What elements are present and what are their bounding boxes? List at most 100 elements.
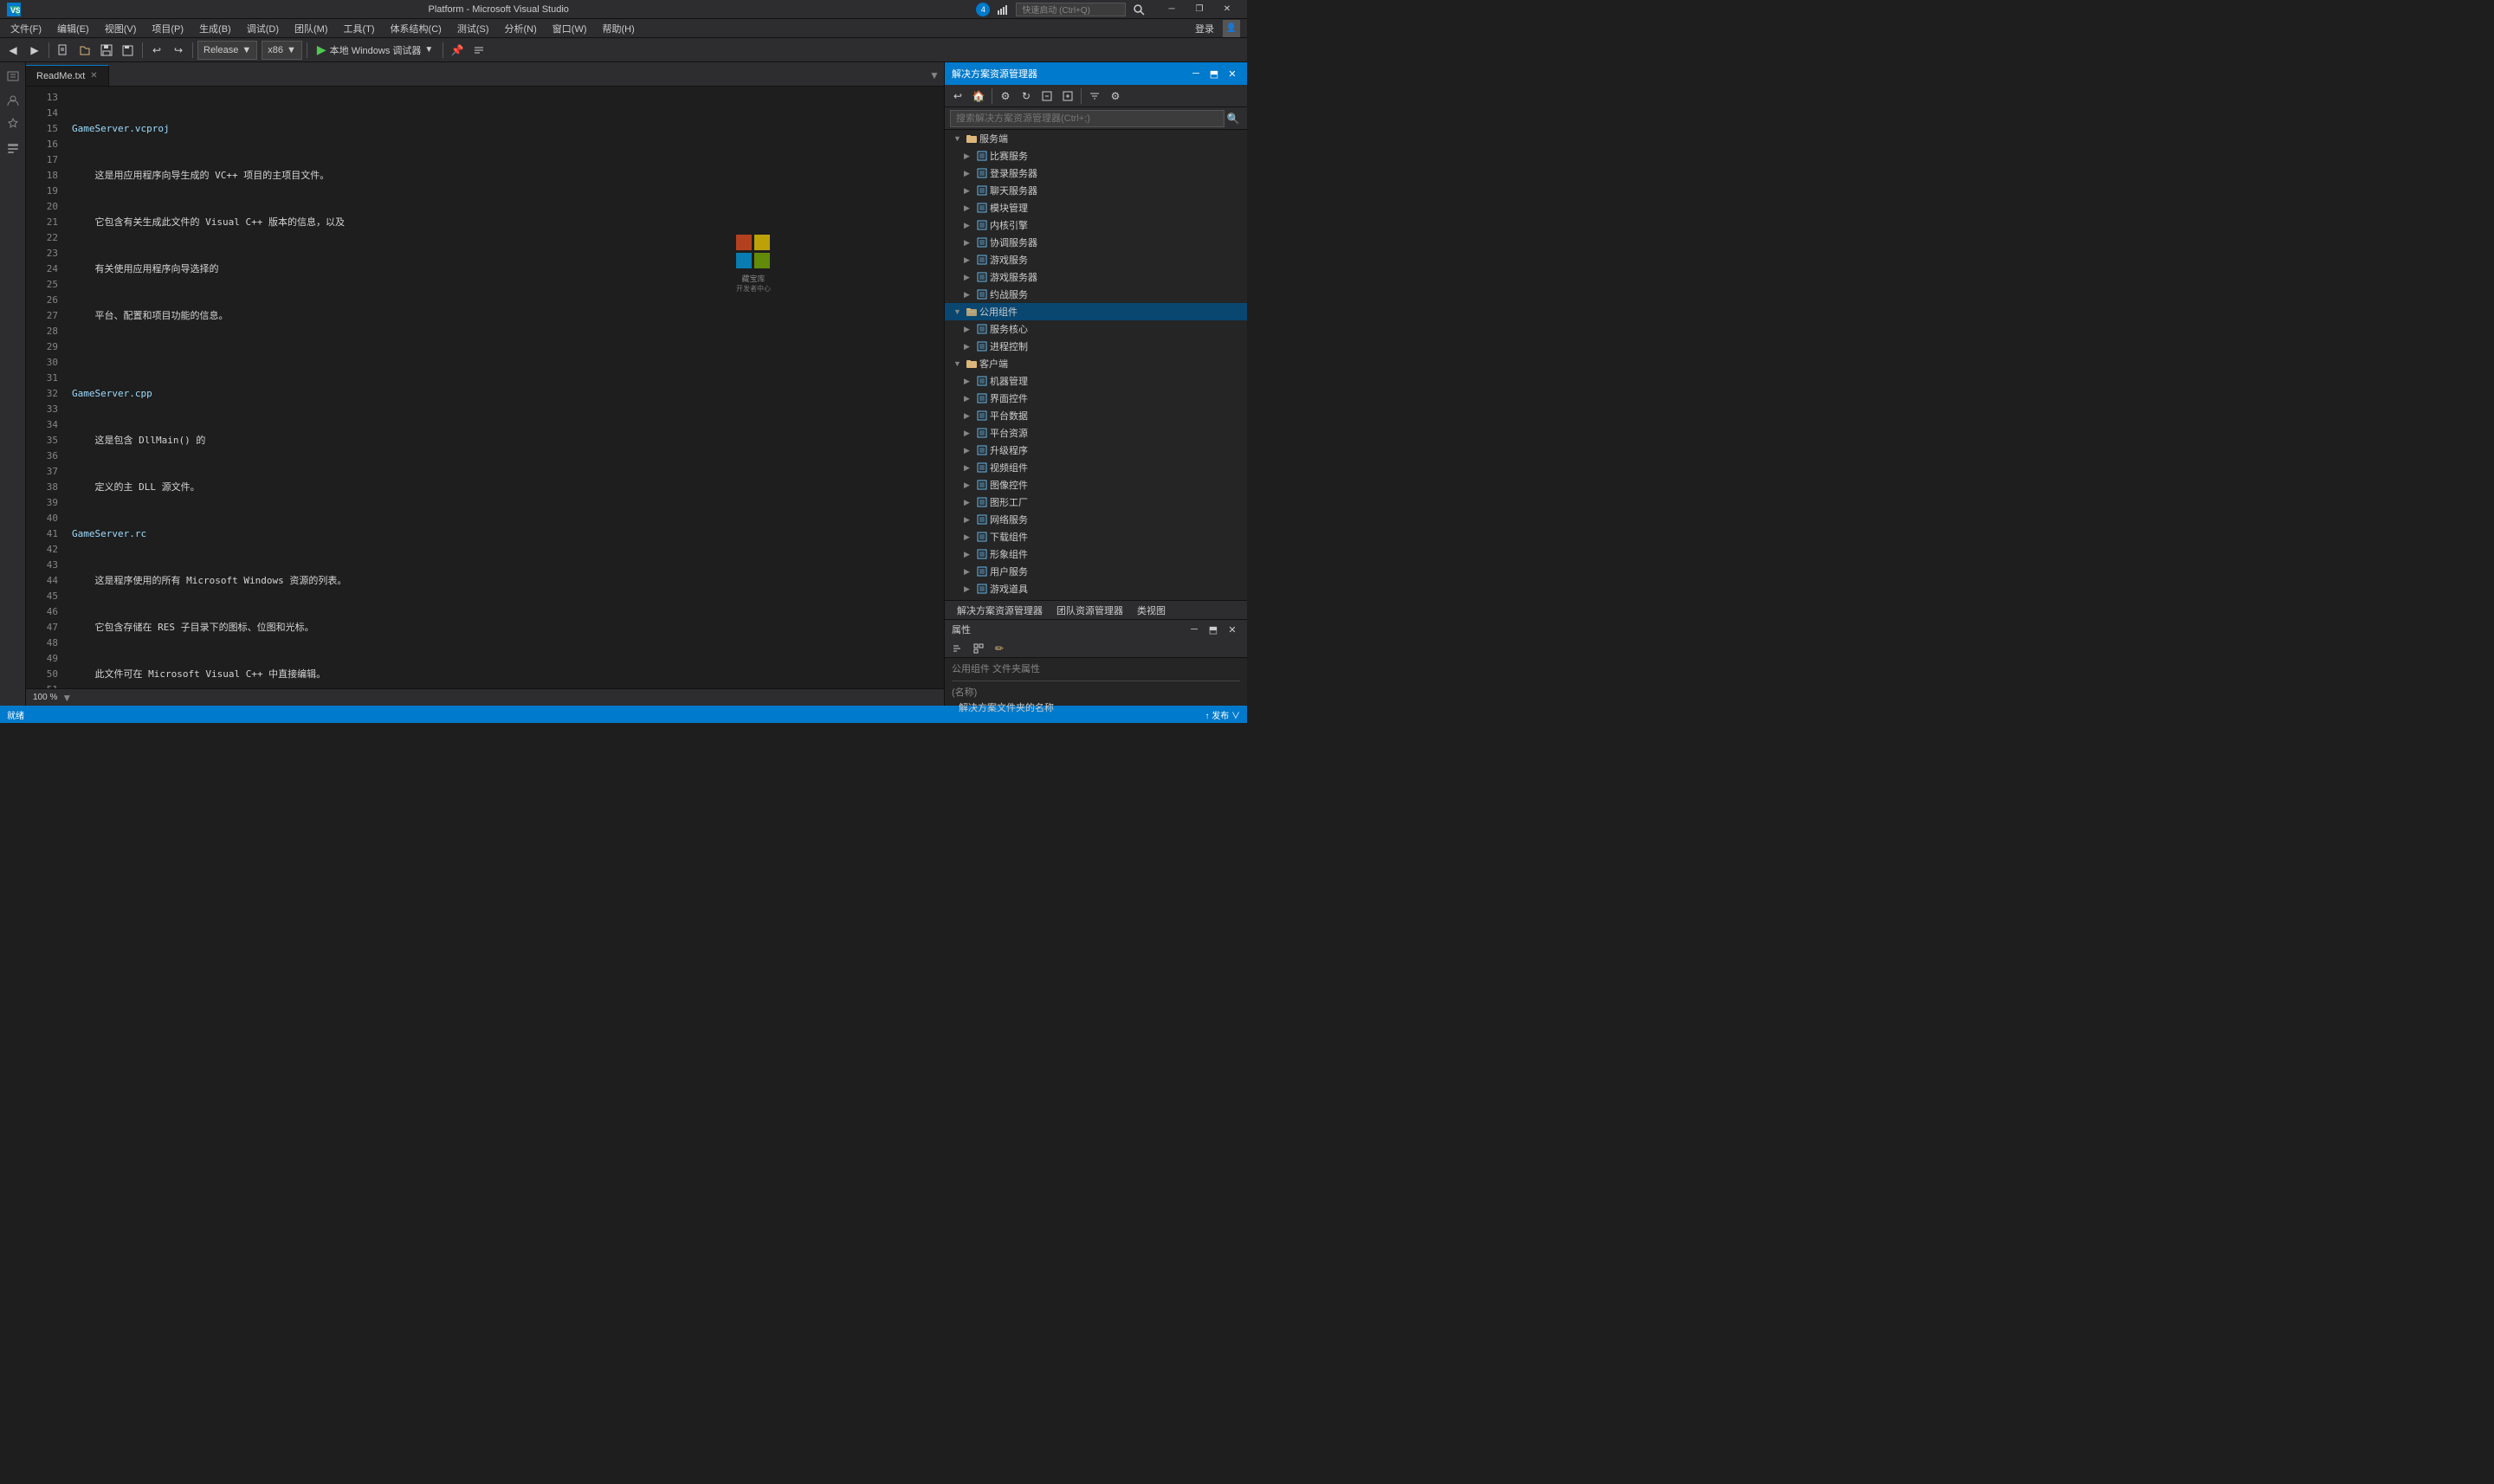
tree-item-war[interactable]: ▶ 约战服务: [945, 286, 1247, 303]
props-category-btn[interactable]: [969, 639, 988, 658]
solution-back-btn[interactable]: ↩: [948, 87, 967, 106]
config-dropdown[interactable]: Release ▼: [197, 41, 257, 60]
platform-dropdown[interactable]: x86 ▼: [262, 41, 302, 60]
open-file-button[interactable]: [75, 41, 94, 60]
solution-show-btn[interactable]: [1058, 87, 1077, 106]
line-num-41: 41: [26, 526, 58, 542]
props-float-button[interactable]: ⬒: [1205, 622, 1221, 637]
team-explorer-icon[interactable]: [3, 90, 23, 111]
status-publish[interactable]: ↑ 发布 ∨: [1205, 708, 1240, 721]
properties-icon[interactable]: [3, 114, 23, 135]
solution-explorer-icon[interactable]: [3, 66, 23, 87]
menu-window[interactable]: 窗口(W): [546, 20, 594, 37]
tree-item-download[interactable]: ▶ 下载组件: [945, 528, 1247, 545]
tree-view[interactable]: ▼ 服务端 ▶ 比赛服务 ▶ 登录服务器: [945, 130, 1247, 600]
tab-close-button[interactable]: ✕: [90, 71, 97, 81]
solution-search-input[interactable]: [950, 110, 1224, 127]
tree-item-process-ctrl[interactable]: ▶ 进程控制: [945, 338, 1247, 355]
tree-item-game-server[interactable]: ▶ 游戏服务器: [945, 268, 1247, 286]
run-button[interactable]: ▶ 本地 Windows 调试器 ▼: [312, 41, 438, 60]
solution-home-btn[interactable]: 🏠: [969, 87, 988, 106]
tree-item-platform-data[interactable]: ▶ 平台数据: [945, 407, 1247, 424]
sign-in-button[interactable]: 登录: [1188, 22, 1221, 35]
activity-bar: [0, 62, 26, 706]
tree-item-update[interactable]: ▶ 升级程序: [945, 442, 1247, 459]
tab-team-explorer[interactable]: 团队资源管理器: [1051, 602, 1128, 619]
tree-item-image-ctrl[interactable]: ▶ 图像控件: [945, 476, 1247, 494]
line-num-37: 37: [26, 464, 58, 480]
solution-settings-btn[interactable]: ⚙: [996, 87, 1015, 106]
tree-item-video[interactable]: ▶ 视频组件: [945, 459, 1247, 476]
tree-item-coord[interactable]: ▶ 协调服务器: [945, 234, 1247, 251]
tree-item-server-root[interactable]: ▼ 服务端: [945, 130, 1247, 147]
expand-arrow: ▶: [964, 152, 974, 161]
project-icon-user-svc: [976, 565, 988, 577]
tree-item-kernel[interactable]: ▶ 内核引擎: [945, 216, 1247, 234]
solution-pin-button[interactable]: ─: [1188, 66, 1204, 81]
tree-item-game-props[interactable]: ▶ 游戏道具: [945, 580, 1247, 597]
menu-debug[interactable]: 调试(D): [240, 20, 286, 37]
pin-button[interactable]: 📌: [448, 41, 467, 60]
minimize-button[interactable]: ─: [1159, 3, 1185, 16]
tree-item-chat[interactable]: ▶ 聊天服务器: [945, 182, 1247, 199]
redo-button[interactable]: ↪: [169, 41, 188, 60]
zoom-dropdown[interactable]: ▼: [61, 692, 73, 704]
menu-tools[interactable]: 工具(T): [337, 20, 382, 37]
restore-button[interactable]: ❐: [1186, 3, 1212, 16]
solution-settings2-btn[interactable]: ⚙: [1106, 87, 1125, 106]
tree-item-graphics-factory[interactable]: ▶ 图形工厂: [945, 494, 1247, 511]
tree-item-ui-ctrl[interactable]: ▶ 界面控件: [945, 390, 1247, 407]
tree-item-avatar[interactable]: ▶ 形象组件: [945, 545, 1247, 563]
menu-analyze[interactable]: 分析(N): [498, 20, 544, 37]
undo-button[interactable]: ↩: [147, 41, 166, 60]
menu-file[interactable]: 文件(F): [3, 20, 48, 37]
menu-build[interactable]: 生成(B): [192, 20, 238, 37]
forward-button[interactable]: ▶: [25, 41, 44, 60]
tab-menu-button[interactable]: ▼: [925, 65, 944, 86]
tree-item-user-svc[interactable]: ▶ 用户服务: [945, 563, 1247, 580]
menu-team[interactable]: 团队(M): [288, 20, 335, 37]
tree-item-client-root[interactable]: ▼ 客户端: [945, 355, 1247, 372]
menu-project[interactable]: 项目(P): [145, 20, 191, 37]
save-all-button[interactable]: [119, 41, 138, 60]
tree-item-network[interactable]: ▶ 网络服务: [945, 511, 1247, 528]
solution-float-button[interactable]: ⬒: [1206, 66, 1222, 81]
new-file-button[interactable]: [54, 41, 73, 60]
status-ready[interactable]: 就绪: [7, 708, 24, 721]
menu-view[interactable]: 视图(V): [98, 20, 144, 37]
tree-item-game-svc[interactable]: ▶ 游戏服务: [945, 251, 1247, 268]
code-content[interactable]: GameServer.vcproj 这是用应用程序向导生成的 VC++ 项目的主…: [65, 87, 944, 688]
menu-help[interactable]: 帮助(H): [596, 20, 642, 37]
tree-item-module[interactable]: ▶ 模块管理: [945, 199, 1247, 216]
tree-item-bisai[interactable]: ▶ 比赛服务: [945, 147, 1247, 165]
close-button[interactable]: ✕: [1214, 3, 1240, 16]
solution-close-button[interactable]: ✕: [1224, 66, 1240, 81]
solution-search-icon[interactable]: 🔍: [1224, 110, 1242, 127]
solution-collapse-btn[interactable]: [1037, 87, 1056, 106]
account-icon[interactable]: 👤: [1223, 20, 1240, 37]
tree-item-platform-res[interactable]: ▶ 平台资源: [945, 424, 1247, 442]
quick-launch-input[interactable]: 快速启动 (Ctrl+Q): [1016, 3, 1126, 16]
back-button[interactable]: ◀: [3, 41, 23, 60]
tab-class-view[interactable]: 类视图: [1132, 602, 1171, 619]
props-pin-button[interactable]: ─: [1186, 622, 1202, 637]
save-button[interactable]: [97, 41, 116, 60]
tab-readme[interactable]: ReadMe.txt ✕: [26, 65, 109, 86]
editor-content[interactable]: 13 14 15 16 17 18 19 20 21 22 23 24 25 2…: [26, 87, 944, 688]
tree-item-login[interactable]: ▶ 登录服务器: [945, 165, 1247, 182]
tree-item-machine-mgr[interactable]: ▶ 机器管理: [945, 372, 1247, 390]
menu-edit[interactable]: 编辑(E): [50, 20, 96, 37]
tree-item-common-components[interactable]: ▼ 公用组件: [945, 303, 1247, 320]
tree-item-service-core[interactable]: ▶ 服务核心: [945, 320, 1247, 338]
menu-test[interactable]: 测试(S): [450, 20, 496, 37]
props-sort-btn[interactable]: [948, 639, 967, 658]
notification-badge[interactable]: 4: [976, 3, 990, 16]
menu-arch[interactable]: 体系结构(C): [384, 20, 449, 37]
props-edit-btn[interactable]: ✏: [990, 639, 1009, 658]
tab-solution-explorer[interactable]: 解决方案资源管理器: [952, 602, 1048, 619]
format-button[interactable]: [469, 41, 488, 60]
toolbar-anchor-icon[interactable]: [3, 139, 23, 159]
props-close-button[interactable]: ✕: [1224, 622, 1240, 637]
solution-refresh-btn[interactable]: ↻: [1017, 87, 1036, 106]
solution-filter-btn[interactable]: [1085, 87, 1104, 106]
